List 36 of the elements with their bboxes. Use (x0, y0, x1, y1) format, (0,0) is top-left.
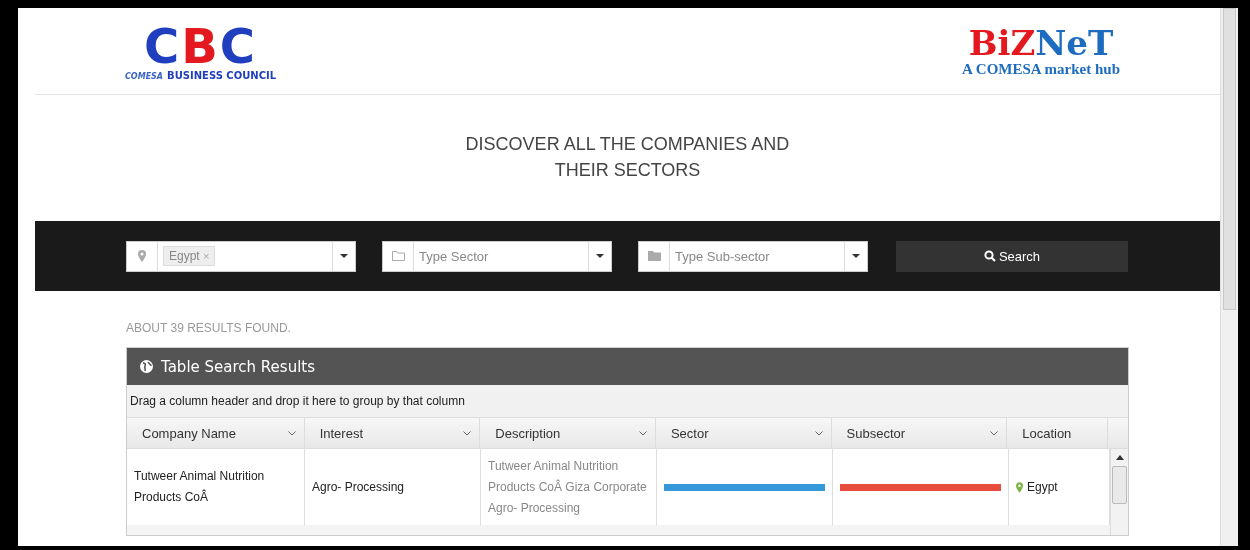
biznet-logo: BiZNeT A COMESA market hub (962, 24, 1120, 78)
cbc-logo: CBC COMESA BUSINESS COUNCIL (125, 21, 277, 81)
page-heading: DISCOVER ALL THE COMPANIES AND THEIR SECTORS (464, 133, 791, 182)
select-placeholder: Type Sub-sector (675, 248, 770, 264)
chevron-down-icon[interactable] (463, 430, 472, 436)
search-button[interactable]: Search (896, 240, 1128, 272)
caret-icon (340, 254, 348, 258)
sector-select[interactable]: Type Sector (382, 240, 612, 272)
chevron-down-icon[interactable] (814, 430, 823, 436)
search-icon (983, 250, 996, 262)
subsector-select[interactable]: Type Sub-sector (638, 240, 868, 272)
column-header[interactable]: Interest (304, 418, 481, 448)
map-pin-icon (138, 250, 146, 262)
caret-icon (852, 254, 860, 258)
location-text: Egypt (1027, 478, 1058, 496)
column-header[interactable]: Location (1007, 418, 1109, 448)
table-scrollbar[interactable] (1110, 449, 1128, 535)
select-placeholder: Type Sector (419, 248, 489, 264)
chevron-down-icon[interactable] (990, 430, 999, 436)
results-count: ABOUT 39 RESULTS FOUND. (126, 321, 292, 335)
caret-icon (596, 254, 604, 258)
column-header[interactable]: Company Name (127, 418, 305, 448)
chevron-down-icon[interactable] (287, 430, 296, 436)
chevron-down-icon[interactable] (638, 430, 647, 436)
folder-icon (647, 251, 661, 261)
globe-icon (140, 360, 153, 373)
column-header[interactable]: Description (480, 418, 656, 448)
table-title: Table Search Results (161, 357, 316, 376)
folder-icon (391, 251, 405, 261)
page-scrollbar[interactable] (1220, 8, 1238, 546)
scroll-up-icon[interactable] (1115, 455, 1124, 460)
column-header[interactable]: Subsector (831, 418, 1008, 448)
column-header[interactable]: Sector (655, 418, 832, 448)
group-hint: Drag a column header and drop it here to group by that column (127, 385, 1128, 418)
map-pin-icon (1016, 481, 1023, 493)
selected-tag: Egypt × (163, 246, 216, 266)
